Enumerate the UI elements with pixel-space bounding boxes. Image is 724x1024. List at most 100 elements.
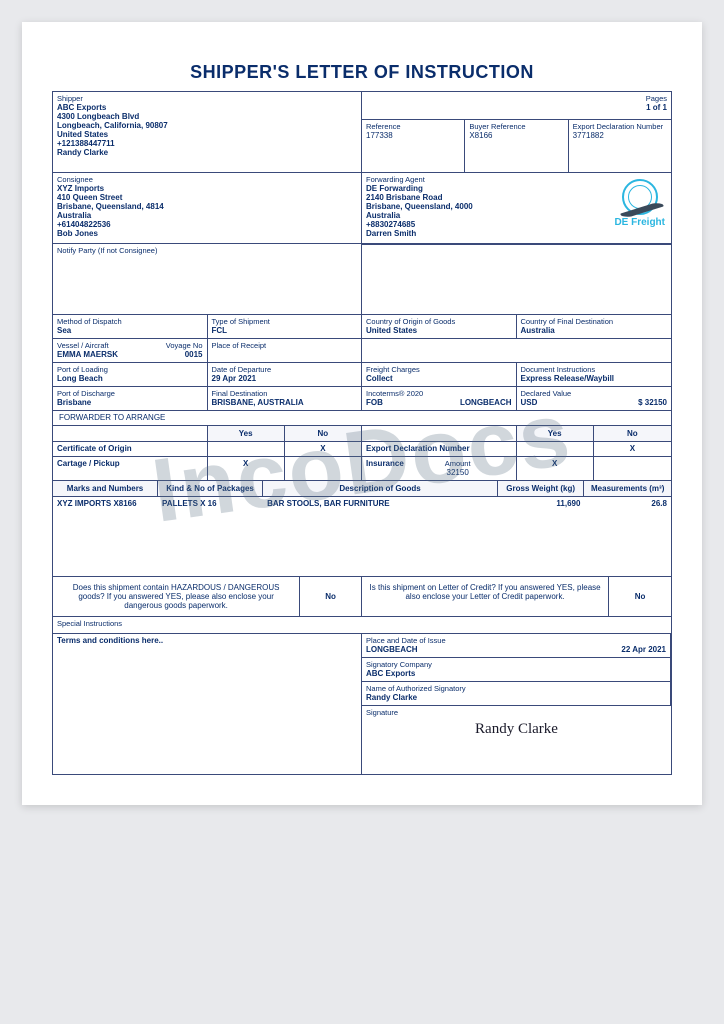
th-desc: Description of Goods xyxy=(263,481,498,496)
receipt-cell: Place of Receipt xyxy=(208,339,363,362)
freight-cell: Freight Charges Collect xyxy=(362,363,517,386)
special-label: Special Instructions xyxy=(57,619,667,628)
declared-label: Declared Value xyxy=(521,389,668,398)
sig-name-label: Name of Authorized Signatory xyxy=(366,684,666,693)
incoterms-place: LONGBEACH xyxy=(460,398,512,407)
special-cell: Special Instructions xyxy=(53,617,671,633)
sig-company-label: Signatory Company xyxy=(366,660,666,669)
incoterms-cell: Incoterms® 2020 FOB LONGBEACH xyxy=(362,387,517,410)
port-loading-label: Port of Loading xyxy=(57,365,203,374)
cartage-label: Cartage / Pickup xyxy=(53,457,208,480)
finaldest-country-value: Australia xyxy=(521,326,668,335)
arrange-label: FORWARDER TO ARRANGE xyxy=(59,413,667,422)
document-page: IncoDocs SHIPPER'S LETTER OF INSTRUCTION… xyxy=(22,22,702,805)
insurance-cell: Insurance Amount 32150 xyxy=(362,457,517,480)
voyage-value: 0015 xyxy=(185,350,203,359)
terms-label: Terms and conditions here.. xyxy=(57,636,357,645)
page-title: SHIPPER'S LETTER OF INSTRUCTION xyxy=(52,62,672,83)
final-dest-value: BRISBANE, AUSTRALIA xyxy=(212,398,358,407)
dispatch-label: Method of Dispatch xyxy=(57,317,203,326)
issue-place: LONGBEACH xyxy=(366,645,418,654)
signature-value: Randy Clarke xyxy=(366,717,667,744)
consignee-addr2: Brisbane, Queensland, 4814 xyxy=(57,202,357,211)
coo-yes xyxy=(208,442,285,456)
loc-a: No xyxy=(609,577,671,616)
doc-instr-cell: Document Instructions Express Release/Wa… xyxy=(517,363,672,386)
incoterms-label: Incoterms® 2020 xyxy=(366,389,512,398)
td-kind: PALLETS X 16 xyxy=(158,497,263,576)
vessel-label: Vessel / Aircraft xyxy=(57,341,109,350)
final-dest-label: Final Destination xyxy=(212,389,358,398)
voyage-label: Voyage No xyxy=(166,341,203,350)
origin-value: United States xyxy=(366,326,512,335)
declared-currency: USD xyxy=(521,398,538,407)
shiptype-cell: Type of Shipment FCL xyxy=(208,315,363,338)
th-marks: Marks and Numbers xyxy=(53,481,158,496)
coo-label: Certificate of Origin xyxy=(53,442,208,456)
yn-yes2: Yes xyxy=(517,426,594,441)
incoterms-term: FOB xyxy=(366,398,383,407)
reference-label: Reference xyxy=(366,122,460,131)
port-discharge-cell: Port of Discharge Brisbane xyxy=(53,387,208,410)
forwarder-contact: Darren Smith xyxy=(366,229,667,238)
consignee-label: Consignee xyxy=(57,175,357,184)
sig-company-cell: Signatory Company ABC Exports xyxy=(362,658,671,682)
th-gross: Gross Weight (kg) xyxy=(498,481,585,496)
vessel-value: EMMA MAERSK xyxy=(57,350,118,359)
hazard-q: Does this shipment contain HAZARDOUS / D… xyxy=(53,577,300,616)
pages-value: 1 of 1 xyxy=(366,103,667,112)
consignee-addr1: 410 Queen Street xyxy=(57,193,357,202)
sig-company-value: ABC Exports xyxy=(366,669,666,678)
finaldest-country-label: Country of Final Destination xyxy=(521,317,668,326)
insurance-value: 32150 xyxy=(404,468,512,477)
port-discharge-value: Brisbane xyxy=(57,398,203,407)
td-meas: 26.8 xyxy=(584,497,671,576)
terms-cell: Terms and conditions here.. xyxy=(53,634,362,774)
shipper-country: United States xyxy=(57,130,357,139)
departure-value: 29 Apr 2021 xyxy=(212,374,358,383)
blank-cell-1 xyxy=(362,339,671,362)
th-kind: Kind & No of Packages xyxy=(158,481,263,496)
loc-q: Is this shipment on Letter of Credit? If… xyxy=(362,577,609,616)
consignee-country: Australia xyxy=(57,211,357,220)
shiptype-value: FCL xyxy=(212,326,358,335)
consignee-cell: Consignee XYZ Imports 410 Queen Street B… xyxy=(53,173,362,243)
declared-amount: $ 32150 xyxy=(638,398,667,407)
export-decl-label: Export Declaration Number xyxy=(573,122,667,131)
buyer-ref-label: Buyer Reference xyxy=(469,122,563,131)
departure-cell: Date of Departure 29 Apr 2021 xyxy=(208,363,363,386)
shipper-label: Shipper xyxy=(57,94,357,103)
doc-instr-value: Express Release/Waybill xyxy=(521,374,668,383)
receipt-label: Place of Receipt xyxy=(212,341,358,350)
shipper-contact: Randy Clarke xyxy=(57,148,357,157)
freight-value: Collect xyxy=(366,374,512,383)
shipper-addr2: Longbeach, California, 90807 xyxy=(57,121,357,130)
freight-label: Freight Charges xyxy=(366,365,512,374)
cartage-no xyxy=(285,457,362,480)
sig-name-cell: Name of Authorized Signatory Randy Clark… xyxy=(362,682,671,706)
pages-cell: Pages 1 of 1 xyxy=(362,92,671,119)
buyer-ref-value: X8166 xyxy=(469,131,563,140)
shipper-name: ABC Exports xyxy=(57,103,357,112)
yn-blank2 xyxy=(362,426,517,441)
shipper-phone: +121388447711 xyxy=(57,139,357,148)
company-logo: DE Freight xyxy=(614,179,665,228)
origin-cell: Country of Origin of Goods United States xyxy=(362,315,517,338)
consignee-name: XYZ Imports xyxy=(57,184,357,193)
consignee-contact: Bob Jones xyxy=(57,229,357,238)
notify-blank xyxy=(362,244,671,314)
globe-icon xyxy=(622,179,658,215)
pages-label: Pages xyxy=(366,94,667,103)
issue-date: 22 Apr 2021 xyxy=(621,645,666,654)
dispatch-cell: Method of Dispatch Sea xyxy=(53,315,208,338)
finaldest-country-cell: Country of Final Destination Australia xyxy=(517,315,672,338)
declared-cell: Declared Value USD $ 32150 xyxy=(517,387,672,410)
insurance-no xyxy=(594,457,671,480)
insurance-label: Insurance xyxy=(366,459,404,477)
consignee-phone: +61404822536 xyxy=(57,220,357,229)
cartage-yes: X xyxy=(208,457,285,480)
td-gross: 11,690 xyxy=(498,497,585,576)
issue-cell: Place and Date of Issue LONGBEACH 22 Apr… xyxy=(362,634,671,658)
reference-cell: Reference 177338 xyxy=(362,120,465,172)
shipper-cell: Shipper ABC Exports 4300 Longbeach Blvd … xyxy=(53,92,362,172)
